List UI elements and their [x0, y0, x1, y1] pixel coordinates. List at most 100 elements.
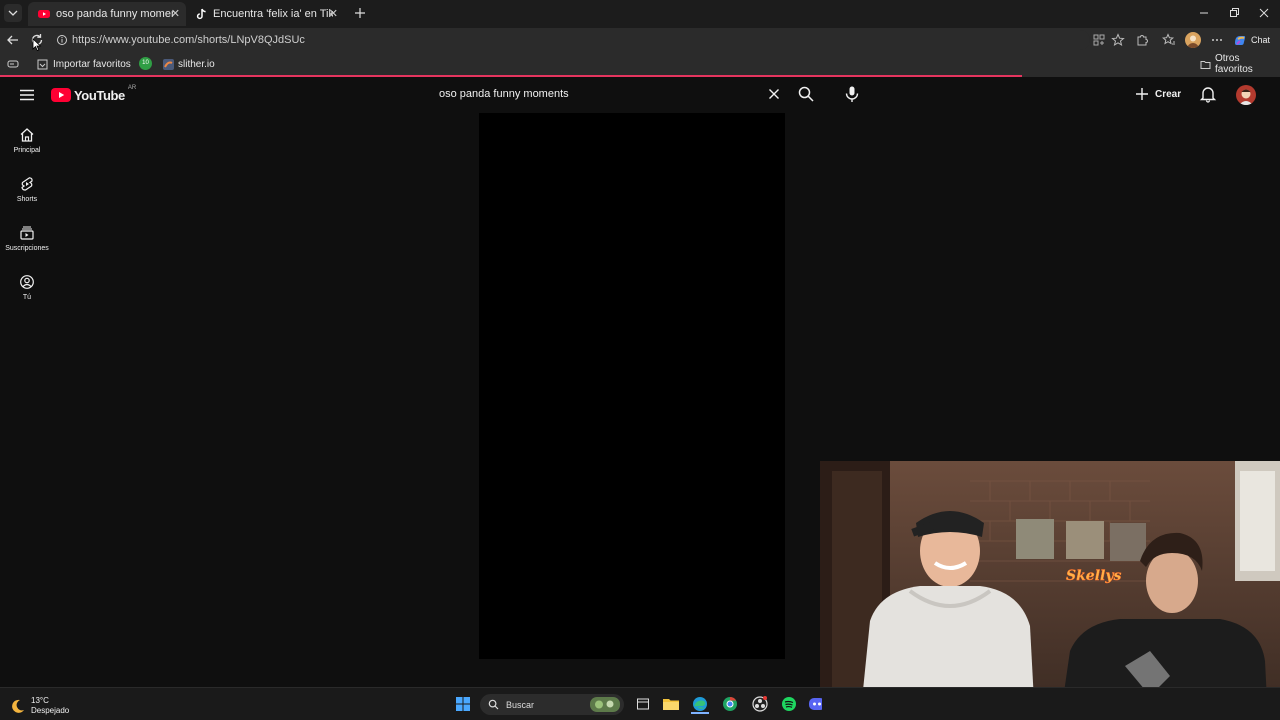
nav-item-shorts[interactable]: Shorts [0, 176, 54, 203]
tab-actions-menu-button[interactable] [4, 4, 22, 22]
minimize-window-button[interactable] [1196, 6, 1212, 20]
other-favorites-button[interactable]: Otros favoritos [1200, 53, 1280, 75]
nav-item-principal[interactable]: Principal [0, 127, 54, 154]
sidebar-toggle-button[interactable] [7, 58, 19, 70]
browser-tab-bar: oso panda funny moments - YouTube ✕ Encu… [0, 0, 1280, 28]
spotify-icon [782, 697, 796, 711]
more-horizontal-icon [1212, 39, 1222, 41]
minimize-icon [1200, 12, 1208, 14]
youtube-logo[interactable]: YouTube AR [51, 85, 137, 104]
hamburger-menu-icon [20, 89, 34, 101]
webcam-overlay: Skellys [820, 461, 1280, 720]
tab-tiktok[interactable]: Encuentra 'felix ia' en TikTok | Búsqued… [186, 2, 344, 26]
back-button[interactable] [5, 32, 21, 48]
tab-view-icon [7, 60, 19, 68]
tab-title: oso panda funny moments - YouTube [56, 8, 174, 20]
slither-favicon-icon [163, 58, 174, 70]
account-circle-icon [20, 275, 34, 289]
site-info-icon [57, 35, 67, 45]
star-icon [1111, 33, 1125, 46]
bookmark-import-favorites[interactable]: Importar favoritos [37, 57, 131, 71]
clear-search-button[interactable] [766, 86, 782, 102]
close-tab-icon[interactable]: ✕ [171, 7, 180, 20]
nav-item-tu[interactable]: Tú [0, 274, 54, 301]
close-icon [769, 89, 779, 99]
shorts-icon [21, 177, 33, 191]
voice-search-button[interactable] [843, 85, 861, 103]
arrow-left-icon [7, 35, 18, 45]
home-icon [20, 128, 34, 142]
nav-item-label: Tú [22, 294, 32, 301]
url-text: https://www.youtube.com/shorts/LNpV8QJdS… [72, 34, 305, 46]
country-code: AR [127, 85, 137, 91]
plus-icon [355, 8, 365, 18]
favorites-button[interactable] [1162, 33, 1176, 47]
task-view-icon [637, 698, 649, 710]
nav-item-suscripciones[interactable]: Suscripciones [0, 225, 54, 252]
search-input[interactable]: oso panda funny moments [430, 82, 790, 106]
neon-sign-text: Skellys [1066, 568, 1121, 584]
tiktok-favicon-icon [196, 8, 206, 20]
extensions-button[interactable] [1135, 33, 1149, 47]
tab-youtube[interactable]: oso panda funny moments - YouTube ✕ [28, 2, 186, 26]
task-view-button[interactable] [636, 696, 650, 712]
search-icon [798, 86, 814, 102]
create-button[interactable]: Crear [1134, 84, 1181, 104]
settings-more-button[interactable] [1210, 33, 1224, 47]
weather-widget[interactable]: 13°C Despejado [10, 694, 80, 718]
youtube-logo-text: YouTube [74, 87, 125, 103]
obs-studio-button[interactable] [751, 696, 769, 712]
search-button[interactable] [797, 85, 815, 103]
copilot-chat-button[interactable]: Chat [1233, 32, 1273, 48]
app-available-button[interactable] [1092, 33, 1106, 47]
windows-logo-icon [456, 697, 470, 711]
add-favorite-button[interactable] [1111, 33, 1125, 47]
guide-menu-button[interactable] [18, 87, 36, 103]
search-query-text: oso panda funny moments [439, 88, 569, 100]
obs-icon [752, 696, 768, 712]
subscriptions-icon [20, 226, 34, 240]
close-icon [1259, 8, 1269, 18]
nav-item-label: Principal [13, 147, 41, 154]
start-button[interactable] [455, 696, 471, 712]
taskbar-search-box[interactable]: Buscar [480, 694, 624, 715]
weather-condition: Despejado [31, 706, 70, 715]
bookmarks-bar: Importar favoritos 10 slither.io Otros f… [0, 52, 1280, 76]
favorites-star-list-icon [1162, 33, 1175, 45]
close-tab-icon[interactable]: ✕ [329, 7, 338, 20]
tab-title: Encuentra 'felix ia' en TikTok | Búsqued… [213, 8, 333, 20]
account-avatar[interactable] [1236, 85, 1256, 105]
chrome-icon [723, 696, 737, 711]
chrome-browser-button[interactable] [721, 696, 739, 712]
search-highlight-icon [590, 697, 620, 712]
moon-icon [12, 699, 24, 713]
notifications-button[interactable] [1199, 85, 1217, 103]
restore-window-button[interactable] [1226, 6, 1242, 20]
youtube-favicon-icon [38, 10, 50, 18]
nav-item-label: Shorts [16, 196, 38, 203]
address-bar[interactable]: https://www.youtube.com/shorts/LNpV8QJdS… [52, 30, 1090, 50]
bell-icon [1199, 87, 1217, 103]
new-tab-button[interactable] [352, 5, 368, 21]
discord-icon [809, 698, 822, 710]
create-label: Crear [1155, 88, 1182, 100]
copilot-label: Chat [1251, 35, 1271, 45]
apps-grid-icon [1093, 34, 1105, 46]
plus-icon [1136, 88, 1148, 100]
folder-icon [663, 699, 679, 710]
close-window-button[interactable] [1256, 6, 1272, 20]
edge-browser-button[interactable] [691, 696, 709, 714]
chevron-down-icon [8, 10, 18, 16]
youtube-logo-icon [51, 88, 71, 102]
shorts-video-player[interactable] [479, 113, 785, 659]
avatar-icon [1239, 89, 1253, 105]
bookmark-10[interactable]: 10 [139, 57, 152, 70]
bookmark-slither[interactable]: slither.io [163, 57, 215, 71]
discord-button[interactable] [808, 696, 822, 712]
spotify-button[interactable] [780, 696, 798, 712]
nav-item-label: Suscripciones [5, 245, 49, 252]
profile-avatar[interactable] [1185, 32, 1201, 48]
windows-taskbar: 13°C Despejado Buscar [0, 687, 1280, 720]
bookmark-label: Importar favoritos [53, 58, 131, 70]
file-explorer-button[interactable] [662, 696, 680, 712]
